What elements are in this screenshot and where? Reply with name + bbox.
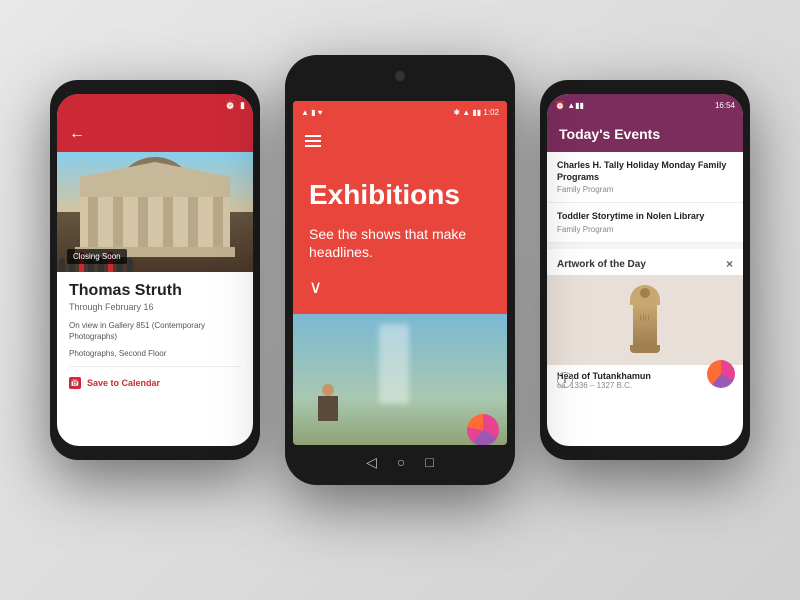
right-content: Charles H. Tally Holiday Monday Family P… bbox=[547, 152, 743, 396]
artifact-base bbox=[630, 345, 660, 353]
column bbox=[113, 197, 123, 247]
waterfall bbox=[379, 324, 409, 404]
nav-buttons: ◁ ○ □ bbox=[285, 447, 515, 477]
recents-nav-icon[interactable]: □ bbox=[425, 454, 433, 470]
divider bbox=[69, 366, 241, 367]
closing-badge: Closing Soon bbox=[67, 249, 127, 264]
event-title-1: Charles H. Tally Holiday Monday Family P… bbox=[557, 160, 733, 183]
event-item-1[interactable]: Charles H. Tally Holiday Monday Family P… bbox=[547, 152, 743, 203]
notification-icons: ▲ ▮ ♥ bbox=[301, 108, 323, 117]
left-header: ← bbox=[57, 116, 253, 152]
center-phone-screen: ▲ ▮ ♥ ✱ ▲ ▮▮ 1:02 Exhibitions See the sh… bbox=[293, 101, 507, 445]
right-time: 16:54 bbox=[715, 101, 735, 110]
person bbox=[59, 258, 65, 272]
right-header-title: Today's Events bbox=[559, 126, 660, 142]
right-signal-icon: ▲▮▮ bbox=[567, 101, 584, 110]
save-calendar-label: Save to Calendar bbox=[87, 378, 160, 388]
back-button[interactable]: ← bbox=[69, 125, 85, 143]
hamburger-line bbox=[305, 145, 321, 147]
right-status-left: ⏰ ▲▮▮ bbox=[555, 101, 584, 110]
artwork-panel-header: Artwork of the Day × bbox=[547, 249, 743, 275]
column bbox=[213, 197, 223, 247]
close-artwork-panel-button[interactable]: × bbox=[726, 257, 733, 271]
pie-chart[interactable] bbox=[467, 414, 499, 445]
exhibition-title: Thomas Struth bbox=[69, 282, 241, 300]
right-header: Today's Events bbox=[547, 116, 743, 152]
column bbox=[163, 197, 173, 247]
right-phone-screen: ⏰ ▲▮▮ 16:54 Today's Events Charles H. Ta… bbox=[547, 94, 743, 446]
exhibitions-title: Exhibitions bbox=[309, 179, 491, 211]
right-phone: ⏰ ▲▮▮ 16:54 Today's Events Charles H. Ta… bbox=[540, 80, 750, 460]
battery-icon: ▮ bbox=[240, 100, 245, 111]
time-signal: ✱ ▲ ▮▮ 1:02 bbox=[453, 108, 499, 117]
status-left-icons: ▲ ▮ ♥ bbox=[301, 108, 323, 117]
exhibitions-tagline: See the shows that make headlines. bbox=[309, 225, 491, 261]
status-right-icons: ✱ ▲ ▮▮ 1:02 bbox=[453, 108, 499, 117]
figure-head bbox=[322, 384, 334, 396]
artifact-body bbox=[633, 305, 657, 345]
back-nav-icon[interactable]: ◁ bbox=[366, 454, 377, 471]
info-button[interactable]: ℹ bbox=[557, 372, 573, 388]
event-item-2[interactable]: Toddler Storytime in Nolen Library Famil… bbox=[547, 203, 743, 243]
pantheon-roof bbox=[80, 177, 230, 197]
right-pie-chart[interactable] bbox=[707, 360, 735, 388]
event-title-2: Toddler Storytime in Nolen Library bbox=[557, 211, 733, 223]
left-phone: ⏰ ▮ ← bbox=[50, 80, 260, 460]
hamburger-line bbox=[305, 140, 321, 142]
hamburger-line bbox=[305, 135, 321, 137]
menu-button[interactable] bbox=[305, 135, 321, 147]
painter-figure bbox=[313, 384, 343, 434]
exhibition-desc1: On view in Gallery 851 (Contemporary Pho… bbox=[69, 320, 241, 342]
artwork-panel: Artwork of the Day × Head of Tutankhamun… bbox=[547, 249, 743, 396]
center-header bbox=[293, 123, 507, 159]
painting-scene bbox=[293, 314, 507, 445]
pantheon bbox=[80, 177, 230, 257]
center-status-bar: ▲ ▮ ♥ ✱ ▲ ▮▮ 1:02 bbox=[293, 101, 507, 123]
left-phone-screen: ⏰ ▮ ← bbox=[57, 94, 253, 446]
column bbox=[188, 197, 198, 247]
home-nav-icon[interactable]: ○ bbox=[397, 454, 405, 470]
person bbox=[127, 258, 133, 272]
exhibition-dates: Through February 16 bbox=[69, 302, 241, 312]
column bbox=[138, 197, 148, 247]
left-content: Thomas Struth Through February 16 On vie… bbox=[57, 272, 253, 403]
left-status-bar: ⏰ ▮ bbox=[57, 94, 253, 116]
calendar-icon: 📅 bbox=[69, 377, 81, 389]
exhibition-image: Closing Soon bbox=[57, 152, 253, 272]
artwork-date: ca. 1336 – 1327 B.C. bbox=[557, 381, 733, 390]
right-status-bar: ⏰ ▲▮▮ 16:54 bbox=[547, 94, 743, 116]
camera-center bbox=[395, 71, 405, 81]
artifact-top bbox=[630, 285, 660, 305]
artwork-image bbox=[547, 275, 743, 365]
column bbox=[88, 197, 98, 247]
tutankhamun-artifact bbox=[625, 285, 665, 355]
event-type-1: Family Program bbox=[557, 185, 733, 194]
artwork-of-day-label: Artwork of the Day bbox=[557, 259, 646, 270]
exhibitions-hero: Exhibitions See the shows that make head… bbox=[293, 159, 507, 314]
center-phone: ▲ ▮ ♥ ✱ ▲ ▮▮ 1:02 Exhibitions See the sh… bbox=[285, 55, 515, 485]
chevron-down-icon[interactable]: ∨ bbox=[309, 277, 491, 298]
right-alarm-icon: ⏰ bbox=[555, 101, 565, 110]
alarm-icon: ⏰ bbox=[225, 100, 236, 111]
exhibition-desc2: Photographs, Second Floor bbox=[69, 348, 241, 359]
figure-body bbox=[318, 396, 338, 421]
painting-image bbox=[293, 314, 507, 445]
event-type-2: Family Program bbox=[557, 225, 733, 234]
pantheon-columns bbox=[80, 197, 230, 247]
save-calendar-button[interactable]: 📅 Save to Calendar bbox=[69, 373, 241, 393]
